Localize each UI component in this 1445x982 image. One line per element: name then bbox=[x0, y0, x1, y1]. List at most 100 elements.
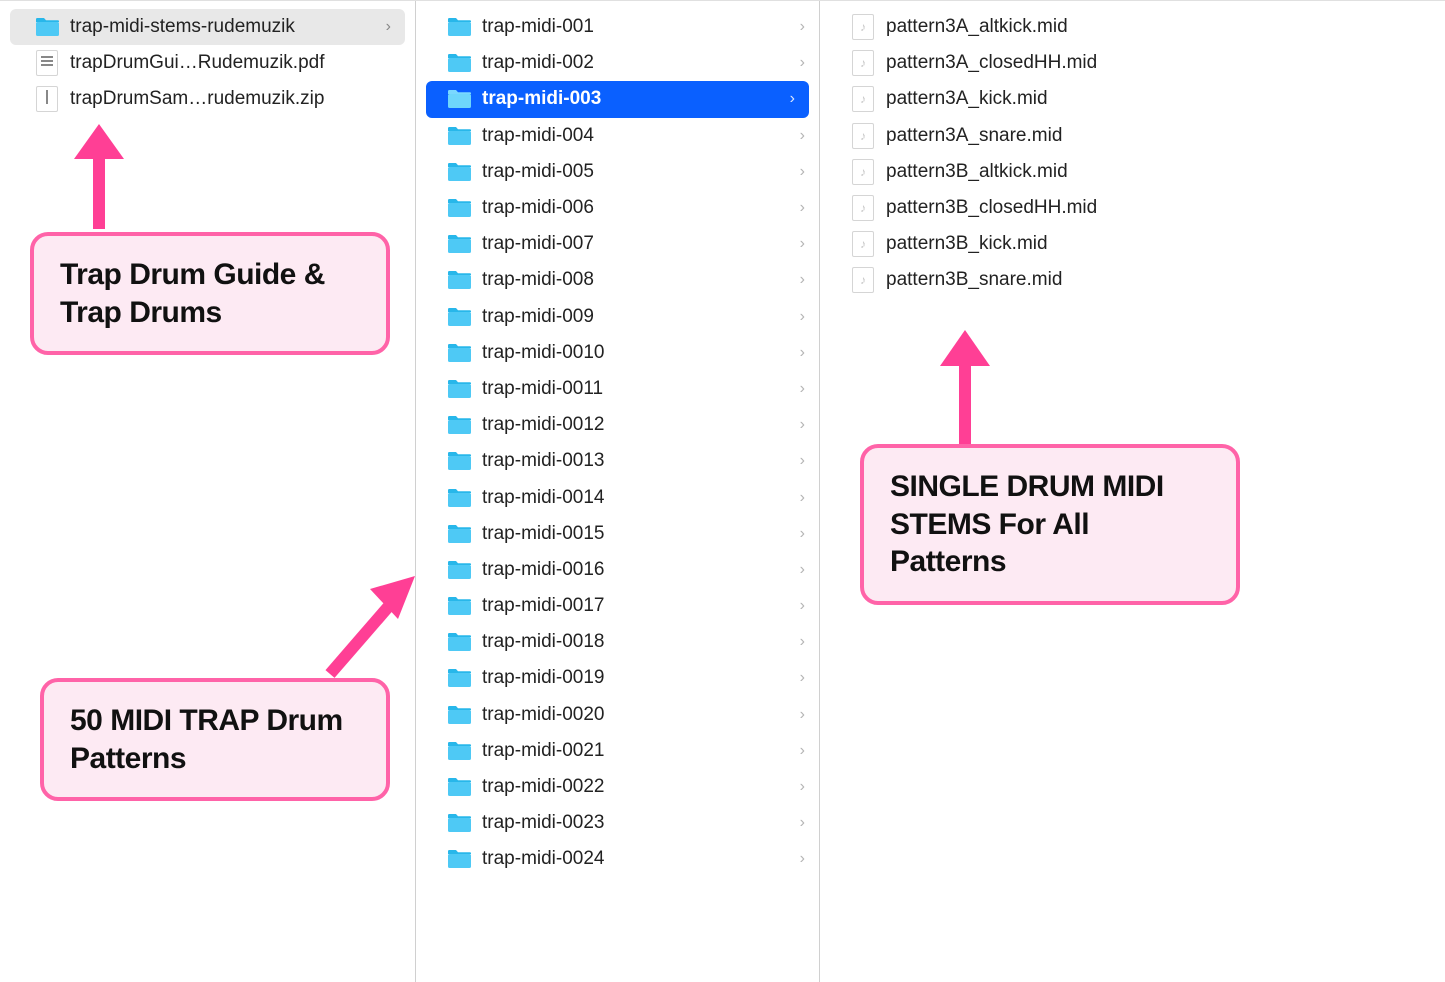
file-row[interactable]: trap-midi-0014 › bbox=[416, 479, 819, 515]
folder-icon bbox=[447, 126, 472, 146]
file-row[interactable]: trap-midi-005 › bbox=[416, 154, 819, 190]
file-row[interactable]: trap-midi-0021› bbox=[416, 733, 819, 769]
row-icon-slot bbox=[446, 629, 472, 655]
file-label: trap-midi-009 bbox=[482, 306, 794, 328]
file-row[interactable]: pattern3A_altkick.mid bbox=[820, 9, 1445, 45]
row-icon-slot bbox=[446, 304, 472, 330]
row-icon-slot bbox=[446, 50, 472, 76]
file-label: trap-midi-0014 bbox=[482, 487, 794, 509]
file-row[interactable]: pattern3B_closedHH.mid bbox=[820, 190, 1445, 226]
chevron-right-icon: › bbox=[800, 525, 805, 543]
folder-icon bbox=[447, 89, 472, 109]
chevron-right-icon: › bbox=[800, 706, 805, 724]
file-row[interactable]: trap-midi-0020› bbox=[416, 697, 819, 733]
file-row[interactable]: trap-midi-004› bbox=[416, 118, 819, 154]
file-row[interactable]: trap-midi-001 › bbox=[416, 9, 819, 45]
file-label: trap-midi-stems-rudemuzik bbox=[70, 16, 380, 38]
file-row[interactable]: pattern3A_snare.mid bbox=[820, 118, 1445, 154]
chevron-right-icon: › bbox=[800, 452, 805, 470]
file-label: pattern3A_snare.mid bbox=[886, 125, 1435, 147]
row-icon-slot bbox=[446, 412, 472, 438]
file-row[interactable]: trap-midi-0012› bbox=[416, 407, 819, 443]
file-row[interactable]: trap-midi-0013› bbox=[416, 443, 819, 479]
row-icon-slot bbox=[34, 14, 60, 40]
midi-file-icon bbox=[852, 231, 874, 257]
file-row[interactable]: trap-midi-009 › bbox=[416, 299, 819, 335]
chevron-right-icon: › bbox=[800, 163, 805, 181]
file-label: trap-midi-002 bbox=[482, 52, 794, 74]
folder-icon bbox=[447, 705, 472, 725]
chevron-right-icon: › bbox=[800, 18, 805, 36]
file-row[interactable]: trap-midi-0010› bbox=[416, 335, 819, 371]
file-row[interactable]: pattern3B_altkick.mid bbox=[820, 154, 1445, 190]
chevron-right-icon: › bbox=[800, 308, 805, 326]
file-label: trap-midi-0018 bbox=[482, 631, 794, 653]
row-icon-slot bbox=[34, 50, 60, 76]
file-row[interactable]: trap-midi-003› bbox=[426, 81, 809, 117]
midi-file-icon bbox=[852, 195, 874, 221]
file-row[interactable]: trap-midi-stems-rudemuzik› bbox=[10, 9, 405, 45]
file-row[interactable]: trap-midi-0016› bbox=[416, 552, 819, 588]
row-icon-slot bbox=[446, 448, 472, 474]
folder-icon bbox=[447, 813, 472, 833]
row-icon-slot bbox=[850, 267, 876, 293]
chevron-right-icon: › bbox=[800, 344, 805, 362]
chevron-right-icon: › bbox=[800, 597, 805, 615]
file-row[interactable]: trap-midi-0023› bbox=[416, 805, 819, 841]
finder-column-3: pattern3A_altkick.mid pattern3A_closedHH.… bbox=[820, 1, 1445, 982]
file-row[interactable]: trap-midi-0019› bbox=[416, 660, 819, 696]
file-row[interactable]: trap-midi-008› bbox=[416, 262, 819, 298]
row-icon-slot bbox=[850, 123, 876, 149]
folder-icon bbox=[447, 270, 472, 290]
file-row[interactable]: pattern3B_snare.mid bbox=[820, 262, 1445, 298]
file-label: trap-midi-0023 bbox=[482, 812, 794, 834]
file-row[interactable]: trapDrumGui…Rudemuzik.pdf bbox=[0, 45, 415, 81]
chevron-right-icon: › bbox=[800, 778, 805, 796]
file-row[interactable]: pattern3B_kick.mid bbox=[820, 226, 1445, 262]
midi-file-icon bbox=[852, 50, 874, 76]
chevron-right-icon: › bbox=[800, 561, 805, 579]
row-icon-slot bbox=[850, 14, 876, 40]
file-label: trap-midi-007 bbox=[482, 233, 794, 255]
file-label: trap-midi-001 bbox=[482, 16, 794, 38]
chevron-right-icon: › bbox=[800, 199, 805, 217]
file-label: pattern3A_closedHH.mid bbox=[886, 52, 1435, 74]
file-row[interactable]: trap-midi-0011› bbox=[416, 371, 819, 407]
row-icon-slot bbox=[446, 774, 472, 800]
folder-icon bbox=[447, 53, 472, 73]
row-icon-slot bbox=[446, 702, 472, 728]
file-row[interactable]: trap-midi-0015 › bbox=[416, 516, 819, 552]
file-row[interactable]: trap-midi-0024› bbox=[416, 841, 819, 877]
folder-icon bbox=[447, 17, 472, 37]
folder-icon bbox=[447, 307, 472, 327]
row-icon-slot bbox=[446, 376, 472, 402]
file-row[interactable]: pattern3A_closedHH.mid bbox=[820, 45, 1445, 81]
file-row[interactable]: trap-midi-007› bbox=[416, 226, 819, 262]
file-label: trap-midi-005 bbox=[482, 161, 794, 183]
file-label: trap-midi-0015 bbox=[482, 523, 794, 545]
folder-icon bbox=[447, 415, 472, 435]
row-icon-slot bbox=[446, 86, 472, 112]
file-row[interactable]: trap-midi-002› bbox=[416, 45, 819, 81]
file-row[interactable]: trap-midi-006› bbox=[416, 190, 819, 226]
chevron-right-icon: › bbox=[800, 489, 805, 507]
file-row[interactable]: trap-midi-0022› bbox=[416, 769, 819, 805]
file-label: pattern3B_kick.mid bbox=[886, 233, 1435, 255]
folder-icon bbox=[447, 234, 472, 254]
row-icon-slot bbox=[446, 593, 472, 619]
row-icon-slot bbox=[850, 50, 876, 76]
chevron-right-icon: › bbox=[800, 850, 805, 868]
finder-column-1: trap-midi-stems-rudemuzik› trapDrumGui…Ru… bbox=[0, 1, 416, 982]
file-row[interactable]: trap-midi-0018› bbox=[416, 624, 819, 660]
row-icon-slot bbox=[850, 86, 876, 112]
file-label: pattern3B_closedHH.mid bbox=[886, 197, 1435, 219]
file-row[interactable]: trapDrumSam…rudemuzik.zip bbox=[0, 81, 415, 117]
row-icon-slot bbox=[446, 846, 472, 872]
zip-file-icon bbox=[36, 86, 58, 112]
file-label: pattern3B_snare.mid bbox=[886, 269, 1435, 291]
file-row[interactable]: trap-midi-0017› bbox=[416, 588, 819, 624]
row-icon-slot bbox=[446, 557, 472, 583]
folder-icon bbox=[447, 198, 472, 218]
file-row[interactable]: pattern3A_kick.mid bbox=[820, 81, 1445, 117]
file-label: trapDrumGui…Rudemuzik.pdf bbox=[70, 52, 405, 74]
